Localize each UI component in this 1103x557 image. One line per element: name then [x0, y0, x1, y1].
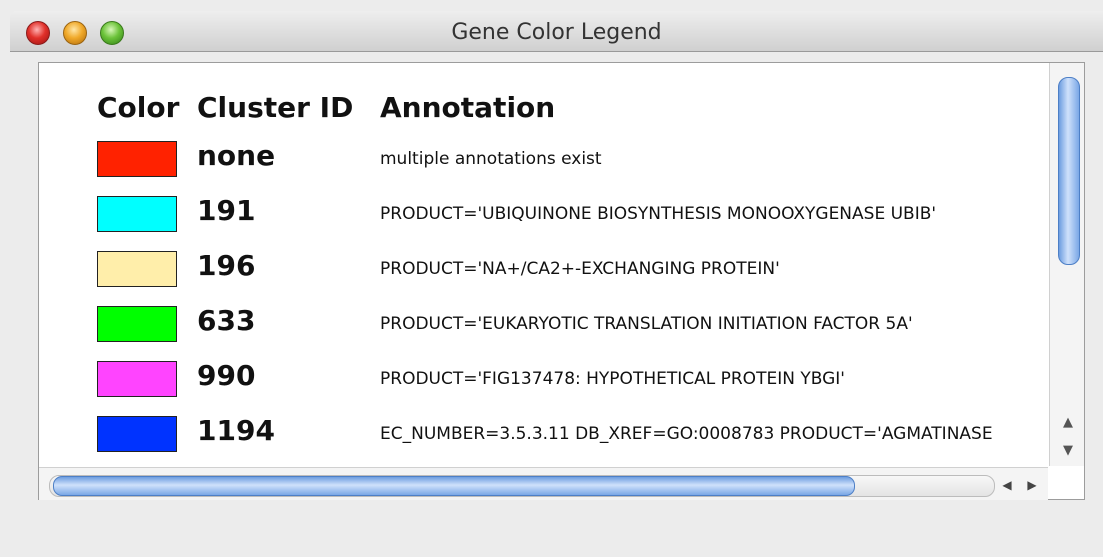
legend-row: 191 PRODUCT='UBIQUINONE BIOSYNTHESIS MON…	[39, 194, 1048, 246]
scroll-up-arrow-icon[interactable]: ▲	[1058, 413, 1078, 433]
legend-row: 196 PRODUCT='NA+/CA2+-EXCHANGING PROTEIN…	[39, 249, 1048, 301]
legend-row: 1194 EC_NUMBER=3.5.3.11 DB_XREF=GO:00087…	[39, 414, 1048, 466]
scroll-corner	[1049, 467, 1083, 499]
color-swatch	[97, 306, 177, 342]
horizontal-scroll-thumb[interactable]	[53, 476, 855, 496]
annotation-text: PRODUCT='NA+/CA2+-EXCHANGING PROTEIN'	[380, 259, 780, 279]
legend-scroll-pane: Color Cluster ID Annotation none multipl…	[38, 62, 1085, 500]
vertical-scrollbar[interactable]: ▲ ▼	[1049, 63, 1084, 466]
color-swatch	[97, 361, 177, 397]
color-swatch	[97, 141, 177, 177]
cluster-id: 196	[197, 249, 256, 282]
legend-row: 990 PRODUCT='FIG137478: HYPOTHETICAL PRO…	[39, 359, 1048, 411]
cluster-id: 1194	[197, 414, 275, 447]
window-title: Gene Color Legend	[451, 20, 662, 45]
cluster-id: 191	[197, 194, 256, 227]
annotation-text: PRODUCT='EUKARYOTIC TRANSLATION INITIATI…	[380, 314, 913, 334]
vertical-scroll-thumb[interactable]	[1058, 77, 1080, 265]
annotation-text: EC_NUMBER=3.5.3.11 DB_XREF=GO:0008783 PR…	[380, 424, 993, 444]
cluster-id: 633	[197, 304, 256, 337]
color-swatch	[97, 251, 177, 287]
scroll-left-arrow-icon[interactable]: ◀	[997, 475, 1017, 495]
color-swatch	[97, 416, 177, 452]
annotation-text: multiple annotations exist	[380, 149, 602, 169]
annotation-column-header: Annotation	[380, 91, 556, 124]
cluster-id: none	[197, 139, 276, 172]
legend-row: 633 PRODUCT='EUKARYOTIC TRANSLATION INIT…	[39, 304, 1048, 356]
color-swatch	[97, 196, 177, 232]
legend-row: none multiple annotations exist	[39, 139, 1048, 191]
color-column-header: Color	[97, 91, 180, 124]
annotation-text: PRODUCT='FIG137478: HYPOTHETICAL PROTEIN…	[380, 369, 845, 389]
cluster-id-column-header: Cluster ID	[197, 91, 354, 124]
title-bar[interactable]: Gene Color Legend	[10, 11, 1103, 52]
horizontal-scrollbar[interactable]: ◀ ▶	[39, 467, 1048, 500]
annotation-text: PRODUCT='UBIQUINONE BIOSYNTHESIS MONOOXY…	[380, 204, 937, 224]
scroll-right-arrow-icon[interactable]: ▶	[1022, 475, 1042, 495]
legend-window: Gene Color Legend Color Cluster ID Annot…	[10, 11, 1103, 557]
legend-table: Color Cluster ID Annotation none multipl…	[39, 63, 1048, 466]
cluster-id: 990	[197, 359, 256, 392]
scroll-down-arrow-icon[interactable]: ▼	[1058, 441, 1078, 461]
